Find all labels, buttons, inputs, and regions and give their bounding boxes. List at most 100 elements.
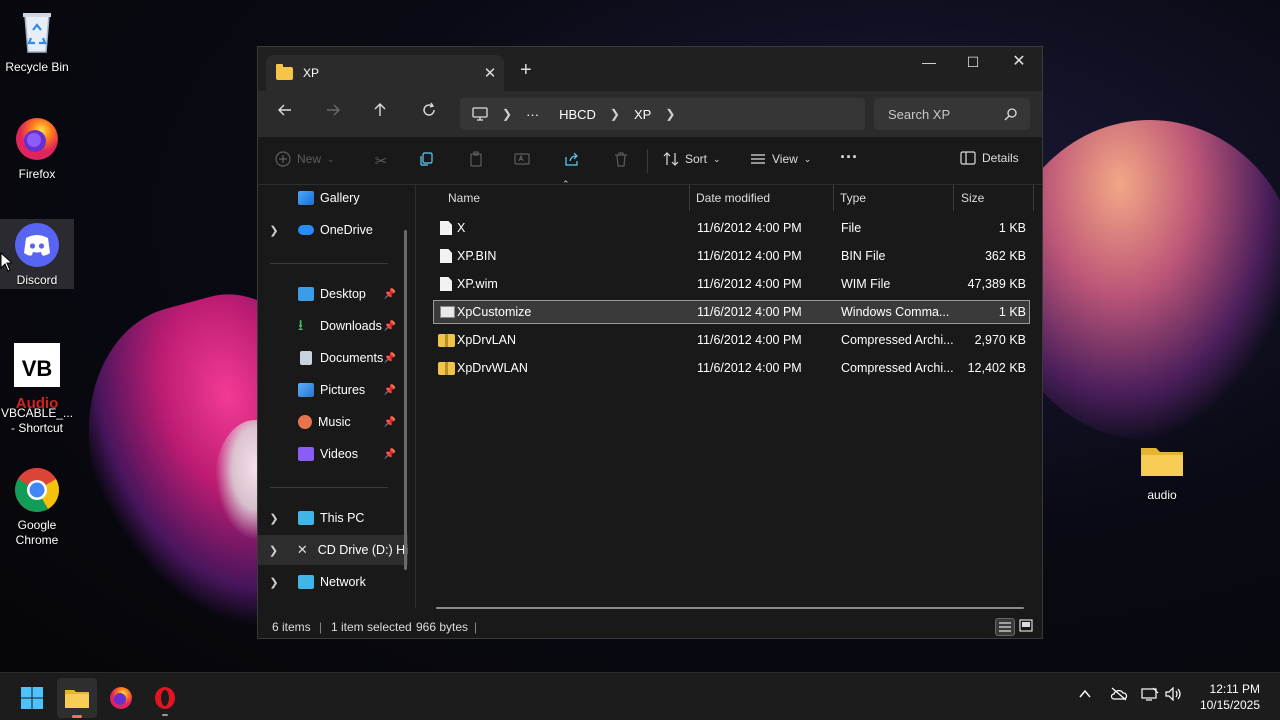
taskbar-firefox[interactable]	[101, 678, 141, 718]
column-divider[interactable]	[953, 185, 954, 211]
rename-button[interactable]	[514, 151, 530, 167]
desktop-icon-audio-folder[interactable]: audio	[1125, 436, 1199, 503]
table-row[interactable]: XP.wim 11/6/2012 4:00 PM WIM File 47,389…	[433, 272, 1030, 296]
table-row[interactable]: XP.BIN 11/6/2012 4:00 PM BIN File 362 KB	[433, 244, 1030, 268]
details-pane-icon	[960, 151, 976, 165]
gallery-icon	[298, 191, 314, 205]
sidebar-item-onedrive[interactable]: ❯ OneDrive	[258, 215, 408, 245]
forward-button[interactable]	[317, 99, 349, 129]
table-row[interactable]: X 11/6/2012 4:00 PM File 1 KB	[433, 216, 1030, 240]
details-pane-button[interactable]: Details	[960, 151, 1019, 165]
file-name: X	[457, 221, 466, 235]
sidebar-item-desktop[interactable]: Desktop 📌	[258, 279, 408, 309]
desktop-icon-vbcable[interactable]: VB Audio VBCABLE_... - Shortcut	[0, 328, 74, 451]
sidebar-scrollbar[interactable]	[404, 230, 407, 570]
chevron-right-icon[interactable]: ❯	[266, 576, 282, 589]
sort-button[interactable]: Sort ⌄	[663, 151, 721, 167]
table-row[interactable]: XpDrvWLAN 11/6/2012 4:00 PM Compressed A…	[433, 356, 1030, 380]
desktop-icon-firefox[interactable]: Firefox	[0, 115, 74, 182]
item-count: 6 items	[272, 620, 311, 634]
column-divider[interactable]	[689, 185, 690, 211]
delete-button[interactable]	[613, 151, 629, 167]
pin-icon[interactable]: 📌	[384, 385, 396, 396]
up-button[interactable]	[364, 99, 396, 129]
navigation-pane: Gallery ❯ OneDrive Desktop 📌 ⭳ Downloads…	[258, 185, 416, 608]
minimize-button[interactable]: —	[906, 47, 952, 79]
maximize-button[interactable]: ☐	[950, 47, 996, 79]
chevron-right-icon[interactable]: ❯	[266, 512, 282, 525]
this-pc-icon	[472, 107, 488, 121]
sidebar-item-gallery[interactable]: Gallery	[258, 183, 408, 213]
download-arrow-icon: ⭳	[298, 317, 304, 334]
file-list: Name ⌃ Date modified Type Size X 11/6/20…	[418, 179, 1042, 609]
view-button[interactable]: View ⌄	[750, 151, 811, 167]
new-button[interactable]: New ⌄	[275, 151, 335, 167]
music-icon	[298, 415, 312, 429]
plus-circle-icon	[275, 151, 291, 167]
back-button[interactable]	[269, 99, 301, 129]
paste-button[interactable]	[468, 151, 484, 167]
column-divider[interactable]	[833, 185, 834, 211]
clock[interactable]: 12:11 PM 10/15/2025	[1200, 681, 1260, 713]
column-divider[interactable]	[1033, 185, 1034, 211]
sidebar-item-downloads[interactable]: ⭳ Downloads 📌	[258, 311, 408, 341]
desktop-icon-chrome[interactable]: Google Chrome	[0, 436, 74, 563]
column-header-date[interactable]: Date modified	[696, 185, 770, 211]
sidebar-item-videos[interactable]: Videos 📌	[258, 439, 408, 469]
pin-icon[interactable]: 📌	[384, 289, 396, 300]
folder-icon	[276, 63, 293, 80]
network-status-icon[interactable]	[1141, 687, 1159, 704]
table-row-selected[interactable]: XpCustomize 11/6/2012 4:00 PM Windows Co…	[433, 300, 1030, 324]
column-header-size[interactable]: Size	[961, 185, 984, 211]
pin-icon[interactable]: 📌	[384, 417, 396, 428]
pin-icon[interactable]: 📌	[384, 353, 396, 364]
horizontal-scrollbar[interactable]	[436, 607, 1024, 609]
zip-folder-icon	[438, 334, 455, 347]
chevron-right-icon[interactable]: ❯	[266, 224, 282, 237]
column-header-type[interactable]: Type	[840, 185, 866, 211]
sidebar-item-this-pc[interactable]: ❯ This PC	[258, 503, 408, 533]
selection-count: 1 item selected	[331, 620, 412, 634]
sidebar-item-pictures[interactable]: Pictures 📌	[258, 375, 408, 405]
tiles-view-button[interactable]	[1017, 618, 1037, 636]
cut-button[interactable]: ✂	[370, 151, 392, 173]
breadcrumb-xp[interactable]: XP	[634, 107, 651, 122]
clipboard-icon	[470, 151, 482, 167]
copy-button[interactable]	[418, 151, 434, 167]
sidebar-item-label: Music	[318, 415, 351, 429]
start-button[interactable]	[12, 678, 52, 718]
refresh-button[interactable]	[413, 99, 445, 129]
volume-icon[interactable]	[1165, 686, 1183, 704]
details-view-button[interactable]	[995, 618, 1015, 636]
search-input[interactable]: Search XP	[874, 98, 1030, 130]
status-bar: 6 items | 1 item selected 966 bytes |	[258, 615, 1042, 639]
sidebar-divider	[270, 487, 388, 488]
network-icon	[298, 575, 314, 589]
sidebar-item-music[interactable]: Music 📌	[258, 407, 408, 437]
taskbar-file-explorer[interactable]	[57, 678, 97, 718]
sidebar-item-network[interactable]: ❯ Network	[258, 567, 408, 597]
close-tab-button[interactable]: ✕	[476, 64, 504, 82]
sidebar-item-documents[interactable]: Documents 📌	[258, 343, 408, 373]
sidebar-item-cd-drive[interactable]: ❯ ✕ CD Drive (D:) Hi	[258, 535, 408, 565]
pin-icon[interactable]: 📌	[384, 449, 396, 460]
desktop-icon-recycle-bin[interactable]: Recycle Bin	[0, 8, 74, 75]
address-bar[interactable]: ❯ ··· HBCD ❯ XP ❯	[460, 98, 865, 130]
file-explorer-window: XP ✕ + — ☐ ✕ ❯ ··· HBCD ❯ XP ❯ Search XP…	[257, 46, 1043, 639]
table-row[interactable]: XpDrvLAN 11/6/2012 4:00 PM Compressed Ar…	[433, 328, 1030, 352]
more-options-button[interactable]: ···	[840, 147, 858, 168]
details-label: Details	[982, 151, 1019, 165]
onedrive-status-icon[interactable]	[1110, 687, 1128, 704]
breadcrumb-overflow[interactable]: ···	[526, 107, 539, 122]
column-header-name[interactable]: Name	[448, 185, 480, 211]
pin-icon[interactable]: 📌	[384, 321, 396, 332]
show-hidden-icons-button[interactable]	[1078, 687, 1092, 704]
breadcrumb-hbcd[interactable]: HBCD	[559, 107, 596, 122]
share-button[interactable]	[564, 151, 580, 167]
taskbar-opera[interactable]	[145, 678, 185, 718]
chevron-right-icon[interactable]: ❯	[266, 544, 281, 557]
file-type: Windows Comma...	[841, 305, 950, 319]
new-tab-button[interactable]: +	[520, 59, 532, 82]
tab-xp[interactable]: XP ✕	[266, 55, 504, 91]
close-window-button[interactable]: ✕	[996, 47, 1042, 79]
